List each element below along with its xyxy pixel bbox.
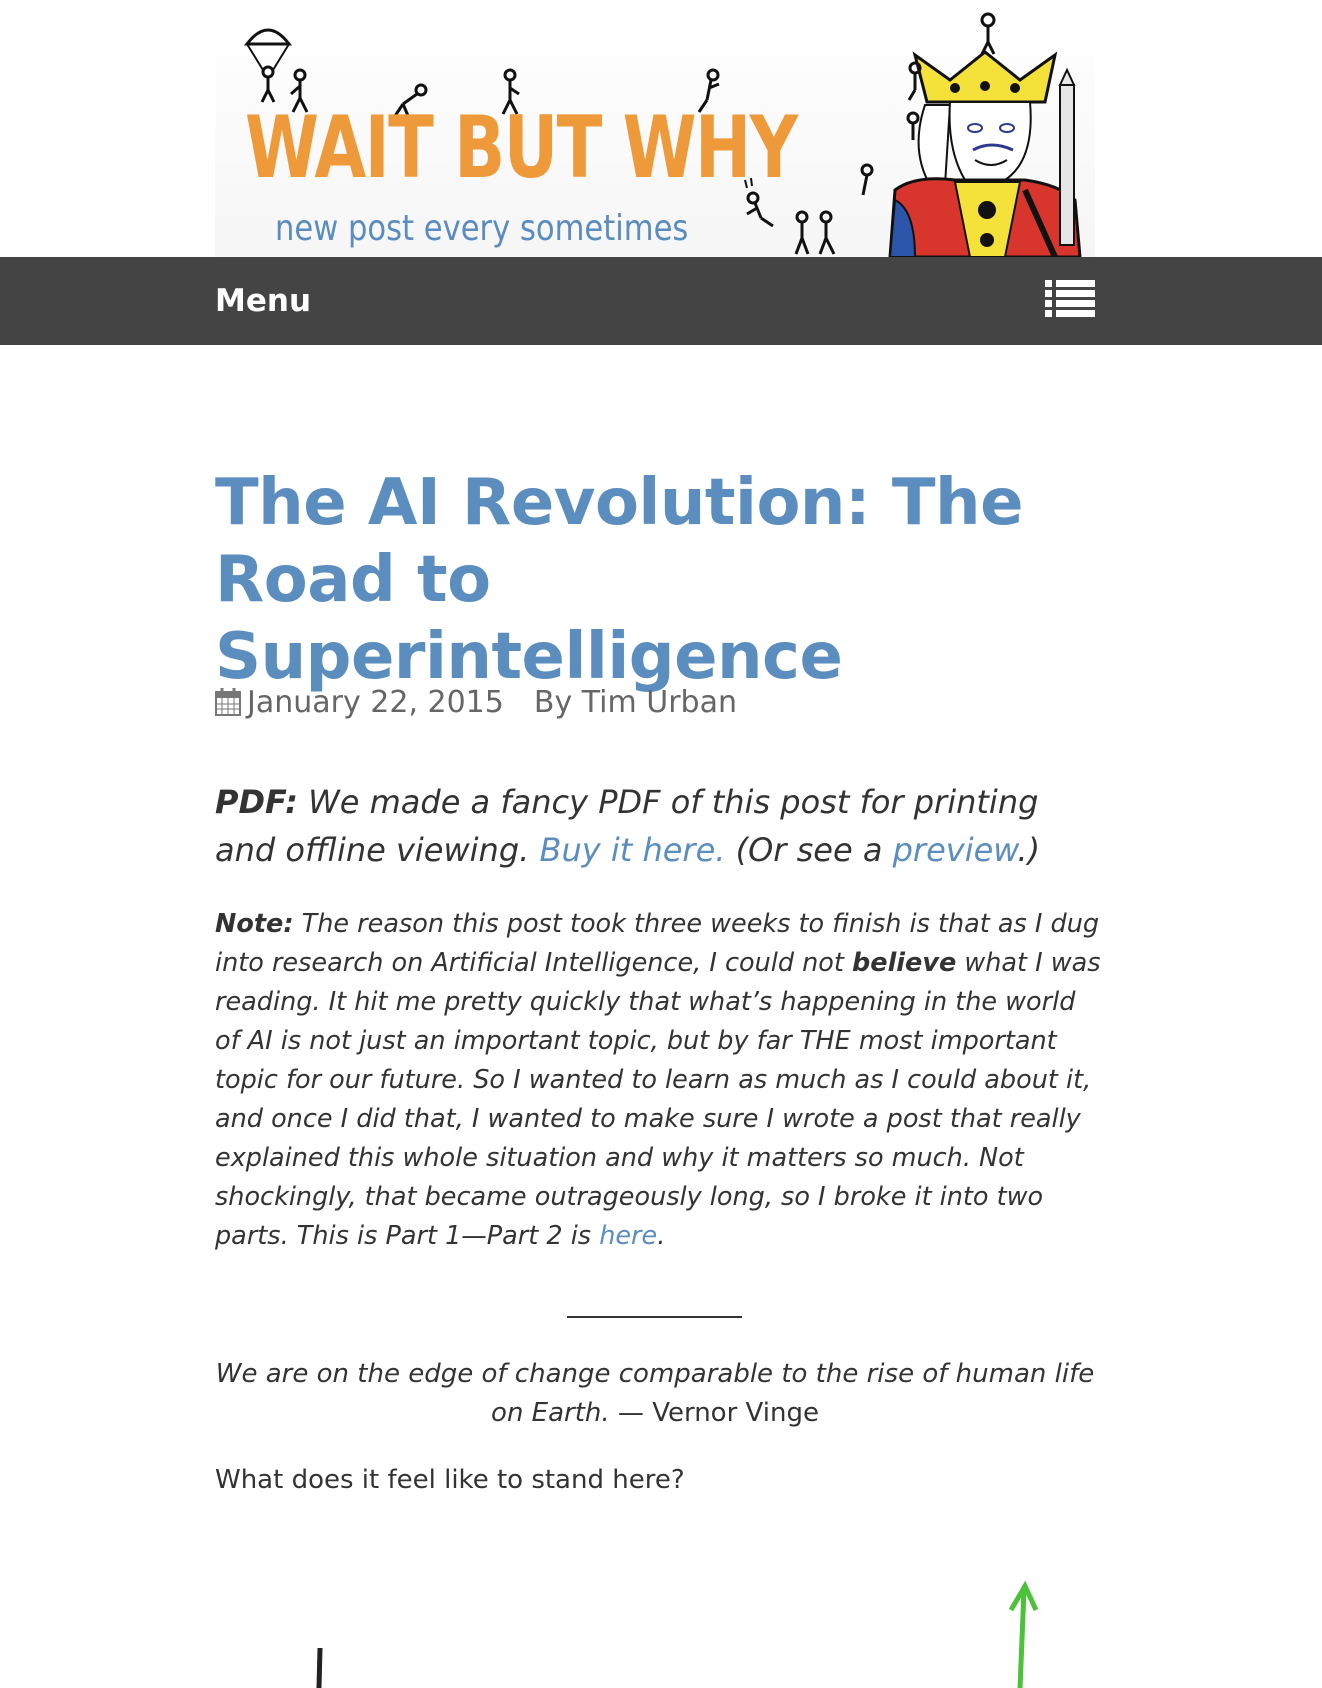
pdf-text-end: .) xyxy=(1017,831,1041,869)
body-question: What does it feel like to stand here? xyxy=(215,1465,685,1495)
buy-pdf-link[interactable]: Buy it here. xyxy=(539,831,725,869)
note-bold-word: believe xyxy=(852,948,957,978)
post-author[interactable]: By Tim Urban xyxy=(534,685,737,720)
note-paragraph: Note: The reason this post took three we… xyxy=(215,905,1105,1256)
walking-stick-figures-icon xyxy=(794,210,836,255)
epigraph-quote: We are on the edge of change comparable … xyxy=(215,1355,1095,1433)
note-text-end: . xyxy=(657,1221,666,1251)
nav-bar: Menu xyxy=(0,257,1322,345)
note-label: Note: xyxy=(215,909,294,939)
site-banner[interactable]: WAIT BUT WHY new post every sometimes xyxy=(215,10,1095,257)
note-text-2: what I was reading. It hit me pretty qui… xyxy=(215,948,1101,1251)
site-tagline: new post every sometimes xyxy=(275,208,689,249)
part-2-link[interactable]: here xyxy=(599,1221,657,1251)
site-logo-text: WAIT BUT WHY xyxy=(245,98,798,198)
menu-button[interactable]: Menu xyxy=(215,283,311,319)
post-date: January 22, 2015 xyxy=(247,684,504,720)
quote-attribution: — Vernor Vinge xyxy=(609,1398,819,1428)
preview-link[interactable]: preview xyxy=(893,831,1018,869)
progress-graph-illustration xyxy=(316,1580,1039,1688)
graph-curve-line xyxy=(1017,1589,1027,1688)
king-card-illustration xyxy=(860,12,1082,257)
section-divider xyxy=(567,1316,742,1318)
pdf-text-middle: (Or see a xyxy=(725,831,893,869)
list-icon[interactable] xyxy=(1045,279,1095,319)
article-meta: January 22, 2015 By Tim Urban xyxy=(215,682,737,722)
pdf-notice: PDF: We made a fancy PDF of this post fo… xyxy=(215,778,1095,874)
falling-stick-figure-icon xyxy=(744,178,774,228)
page: WAIT BUT WHY new post every sometimes Me… xyxy=(0,0,1322,1688)
calendar-icon xyxy=(215,688,241,716)
article-title: The AI Revolution: The Road to Superinte… xyxy=(215,466,1023,694)
pdf-label: PDF: xyxy=(215,783,298,821)
graph-axis-line xyxy=(316,1647,323,1688)
